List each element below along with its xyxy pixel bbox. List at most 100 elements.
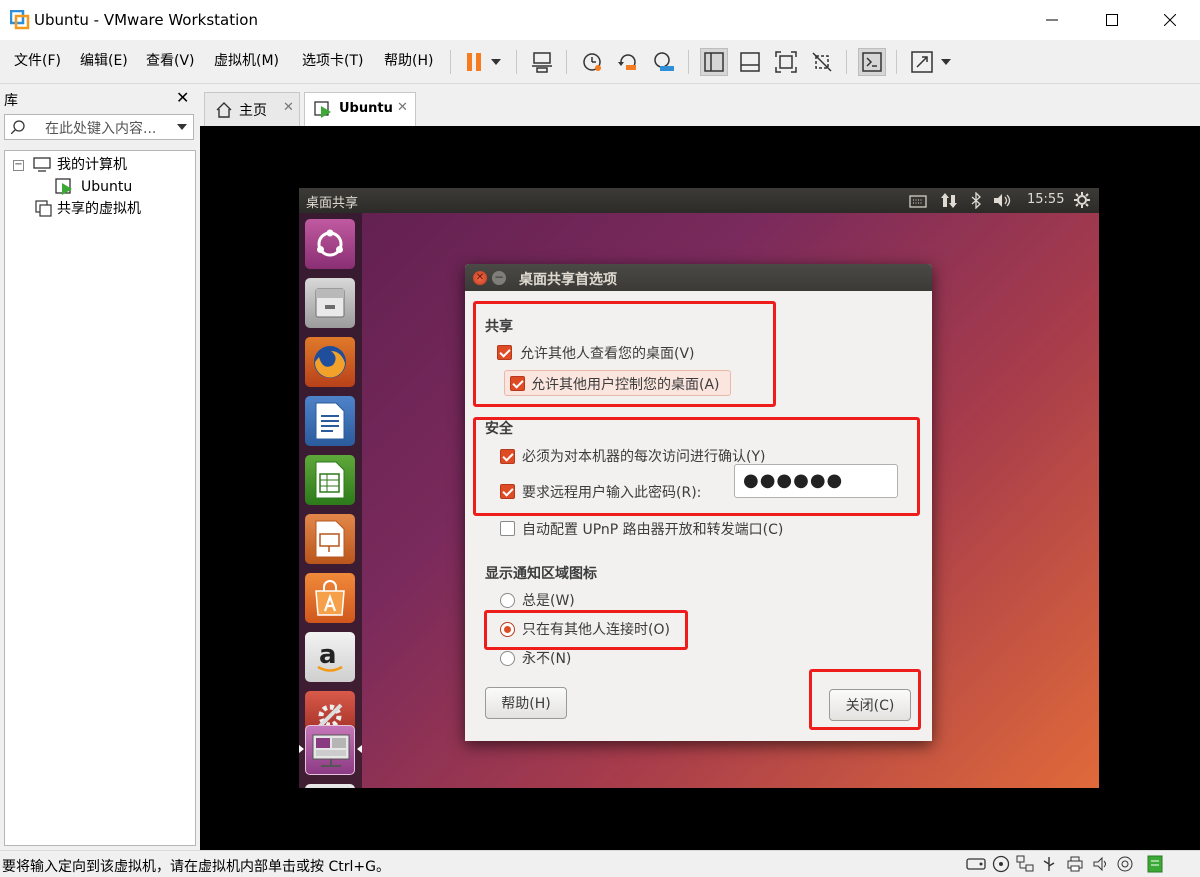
dialog-minimize-icon[interactable]: − <box>492 271 506 285</box>
stretch-view-icon[interactable] <box>908 48 936 76</box>
maximize-button[interactable] <box>1082 0 1142 40</box>
allow-view-checkbox[interactable] <box>497 345 512 360</box>
computer-icon <box>33 157 51 172</box>
require-password-label[interactable]: 要求远程用户输入此密码(R): <box>522 484 701 502</box>
volume-icon[interactable] <box>993 193 1013 208</box>
desktop-sharing-preferences-dialog: ✕ − 桌面共享首选项 共享 允许其他人查看您的桌面(V) 允许其他用户控制您的… <box>465 264 932 741</box>
usb-icon[interactable] <box>1040 855 1058 873</box>
menu-file[interactable]: 文件(F) <box>14 52 61 70</box>
show-library-icon[interactable] <box>700 48 728 76</box>
shared-vms-icon <box>35 200 52 217</box>
power-dropdown-icon[interactable] <box>486 48 506 76</box>
tree-item-my-computer[interactable]: 我的计算机 <box>57 156 127 174</box>
files-icon[interactable] <box>305 278 355 328</box>
upnp-checkbox[interactable] <box>500 521 515 536</box>
writer-icon[interactable] <box>305 396 355 446</box>
network-adapter-icon[interactable] <box>1016 855 1034 873</box>
help-button[interactable]: 帮助(H) <box>485 687 567 719</box>
menu-view[interactable]: 查看(V) <box>146 52 195 70</box>
settings-gear-icon[interactable] <box>1074 192 1090 208</box>
snapshot-manager-icon[interactable] <box>650 48 678 76</box>
vm-running-icon <box>55 178 72 195</box>
ubuntu-desktop[interactable]: 桌面共享 15:55 a ✕ − 桌面共享首选项 共享 允许其他人查看您的桌面(… <box>299 188 1099 788</box>
printer-icon[interactable] <box>1066 855 1084 873</box>
allow-view-label[interactable]: 允许其他人查看您的桌面(V) <box>520 345 695 363</box>
snapshot-icon[interactable] <box>578 48 606 76</box>
vmware-app-icon <box>9 9 30 30</box>
confirm-each-checkbox[interactable] <box>500 449 515 464</box>
tab-home[interactable]: 主页 ✕ <box>204 92 300 126</box>
thumbnail-bar-icon[interactable] <box>736 48 764 76</box>
hard-disk-icon[interactable] <box>966 856 986 872</box>
home-icon <box>216 102 232 118</box>
toolbar-separator <box>450 50 451 74</box>
library-search-input[interactable]: 在此处键入内容... <box>4 114 194 140</box>
toolbar-separator <box>688 50 689 74</box>
display-icon[interactable] <box>1116 855 1134 873</box>
never-label[interactable]: 永不(N) <box>522 650 571 668</box>
security-heading: 安全 <box>485 421 513 437</box>
dash-home-icon[interactable] <box>305 219 355 269</box>
close-window-button[interactable] <box>1140 0 1200 40</box>
dvd-icon[interactable] <box>305 784 355 788</box>
vm-running-icon <box>314 101 331 118</box>
full-screen-icon[interactable] <box>772 48 800 76</box>
software-center-icon[interactable] <box>305 573 355 623</box>
calc-icon[interactable] <box>305 455 355 505</box>
library-panel: 库 ✕ 在此处键入内容... − 我的计算机 Ubuntu 共享的虚拟机 <box>0 86 200 848</box>
chevron-down-icon[interactable] <box>177 124 187 130</box>
menu-vm[interactable]: 虚拟机(M) <box>214 52 279 70</box>
password-field[interactable]: ●●●●●● <box>734 464 898 498</box>
tree-collapse-toggle[interactable]: − <box>13 160 24 171</box>
always-radio[interactable] <box>500 593 515 608</box>
tree-item-shared-vms[interactable]: 共享的虚拟机 <box>57 200 141 218</box>
network-icon[interactable] <box>941 192 957 209</box>
menu-help[interactable]: 帮助(H) <box>384 52 433 70</box>
ubuntu-top-panel: 桌面共享 15:55 <box>299 188 1099 213</box>
connected-radio[interactable] <box>500 622 515 637</box>
toolbar-separator <box>516 50 517 74</box>
unity-mode-icon[interactable] <box>808 48 836 76</box>
connected-label[interactable]: 只在有其他人连接时(O) <box>522 621 670 639</box>
tab-close-icon[interactable]: ✕ <box>397 100 408 115</box>
send-ctrl-alt-del-icon[interactable] <box>528 48 556 76</box>
allow-control-checkbox[interactable] <box>510 376 525 391</box>
tab-home-label: 主页 <box>239 103 267 119</box>
toolbar-separator <box>846 50 847 74</box>
amazon-icon[interactable]: a <box>305 632 355 682</box>
tab-ubuntu[interactable]: Ubuntu ✕ <box>304 92 416 126</box>
upnp-label[interactable]: 自动配置 UPnP 路由器开放和转发端口(C) <box>522 521 783 539</box>
firefox-icon[interactable] <box>305 337 355 387</box>
tree-item-ubuntu[interactable]: Ubuntu <box>81 178 133 196</box>
minimize-button[interactable] <box>1022 0 1082 40</box>
message-log-icon[interactable] <box>1146 855 1166 873</box>
keyboard-icon[interactable] <box>909 194 927 208</box>
pause-icon[interactable] <box>460 48 488 76</box>
active-app-title: 桌面共享 <box>306 196 359 211</box>
always-label[interactable]: 总是(W) <box>522 592 575 610</box>
stretch-dropdown-icon[interactable] <box>936 48 956 76</box>
impress-icon[interactable] <box>305 514 355 564</box>
close-button[interactable]: 关闭(C) <box>829 689 911 721</box>
sound-card-icon[interactable] <box>1092 855 1110 873</box>
menu-tabs[interactable]: 选项卡(T) <box>302 52 363 70</box>
console-view-icon[interactable] <box>858 48 886 76</box>
require-password-checkbox[interactable] <box>500 484 515 499</box>
menu-toolbar: 文件(F) 编辑(E) 查看(V) 虚拟机(M) 选项卡(T) 帮助(H) <box>0 40 1200 84</box>
clock[interactable]: 15:55 <box>1027 192 1064 207</box>
window-title: Ubuntu - VMware Workstation <box>34 11 258 29</box>
dialog-close-icon[interactable]: ✕ <box>473 271 487 285</box>
allow-control-label[interactable]: 允许其他用户控制您的桌面(A) <box>531 376 720 394</box>
status-message: 要将输入定向到该虚拟机，请在虚拟机内部单击或按 Ctrl+G。 <box>2 859 390 875</box>
confirm-each-label[interactable]: 必须为对本机器的每次访问进行确认(Y) <box>522 448 765 466</box>
close-library-icon[interactable]: ✕ <box>176 88 189 107</box>
sharing-heading: 共享 <box>485 319 513 335</box>
bluetooth-icon[interactable] <box>971 192 981 209</box>
desktop-sharing-icon[interactable] <box>305 725 355 775</box>
cd-dvd-icon[interactable] <box>992 855 1010 873</box>
revert-snapshot-icon[interactable] <box>614 48 642 76</box>
never-radio[interactable] <box>500 651 515 666</box>
title-bar: Ubuntu - VMware Workstation <box>0 0 1200 40</box>
tab-close-icon[interactable]: ✕ <box>283 100 294 115</box>
menu-edit[interactable]: 编辑(E) <box>80 52 128 70</box>
